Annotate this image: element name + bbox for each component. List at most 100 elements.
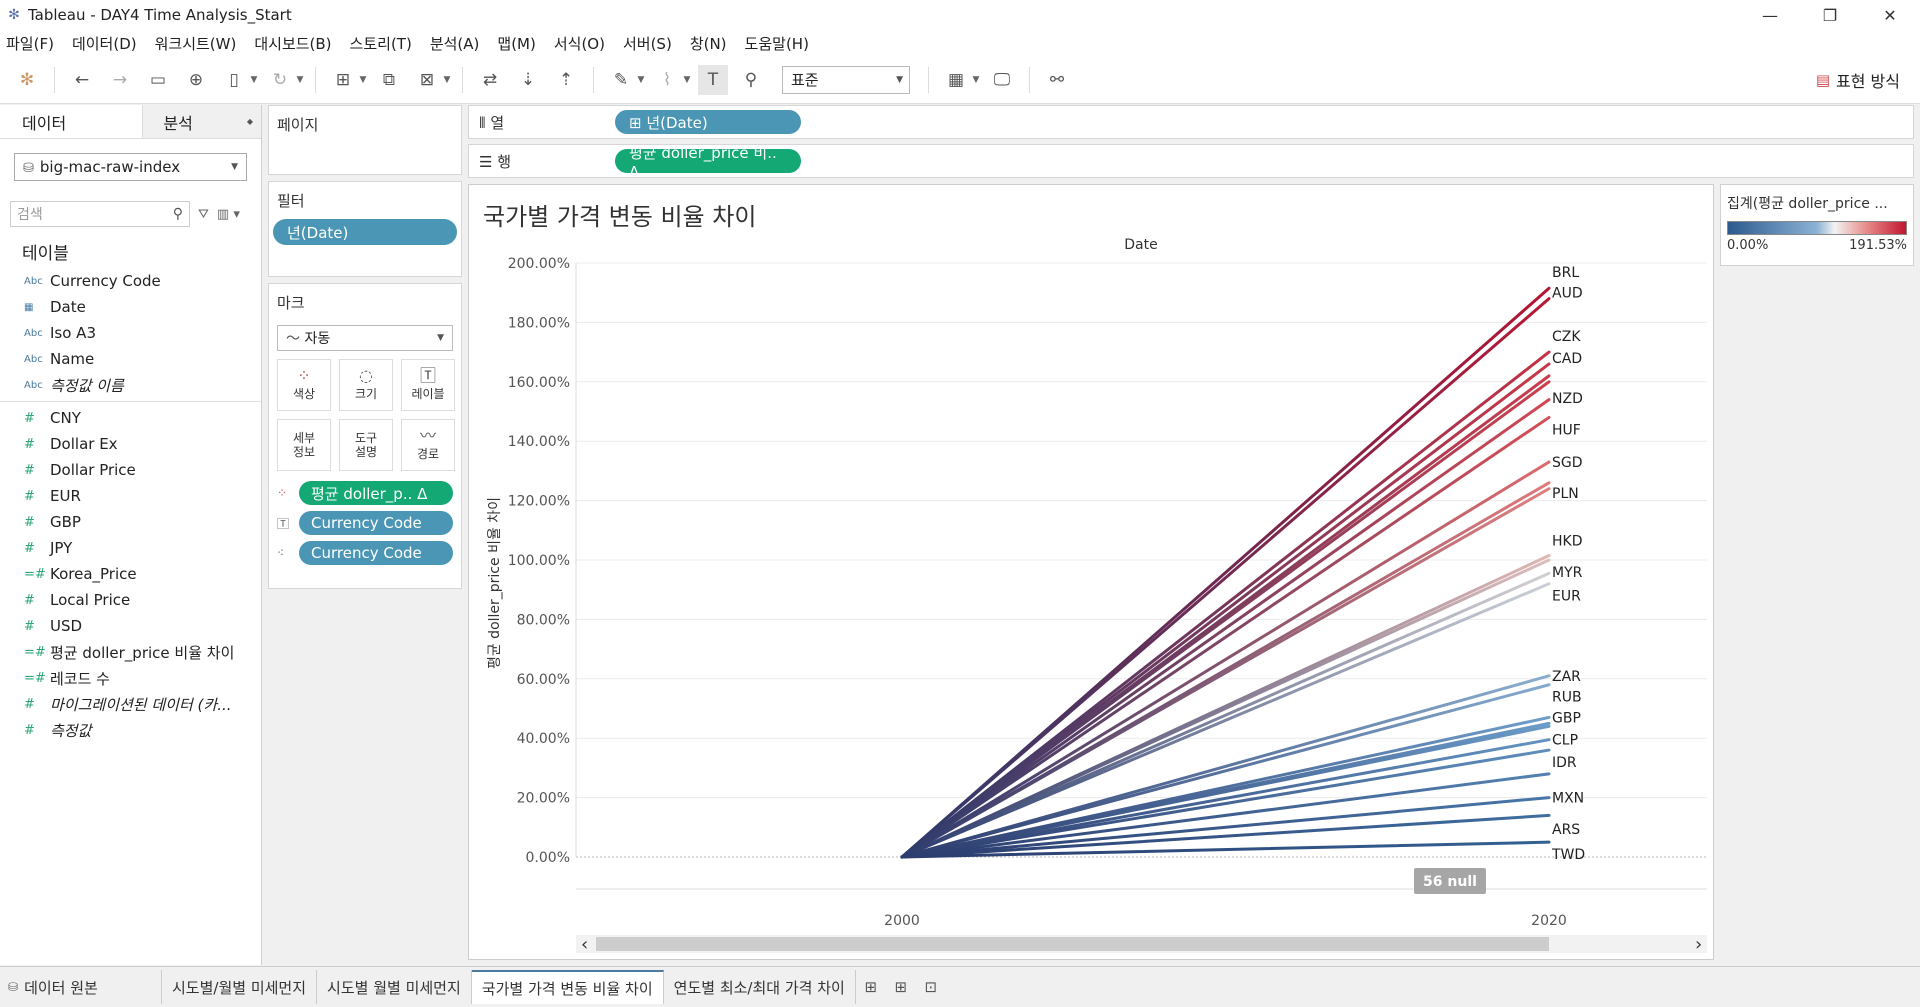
tab-datasource[interactable]: ⛁ 데이터 원본	[0, 970, 162, 1004]
field-search-input[interactable]: 검색 ⚲	[10, 201, 190, 227]
measure-field[interactable]: # GBP	[0, 509, 261, 535]
close-icon[interactable]: ✕	[1860, 0, 1920, 30]
new-dashboard-icon[interactable]: ⊞	[886, 970, 916, 1004]
menu-help[interactable]: 도움말(H)	[745, 33, 809, 54]
new-story-icon[interactable]: ⊡	[916, 970, 946, 1004]
new-worksheet-icon[interactable]: ⊞	[328, 65, 358, 95]
series-line-pln[interactable]	[900, 487, 1551, 859]
dimension-field[interactable]: ▦ Date	[0, 294, 261, 320]
sort-descending-icon[interactable]: ⇡	[551, 65, 581, 95]
show-labels-icon[interactable]: T	[698, 64, 728, 95]
measure-field[interactable]: =# 평균 doller_price 비율 차이	[0, 639, 261, 665]
series-line-aud[interactable]	[900, 297, 1551, 859]
measure-field[interactable]: # EUR	[0, 483, 261, 509]
rows-pill-avg-price-diff[interactable]: 평균 doller_price 비.. Δ	[615, 144, 801, 181]
view-options-icon[interactable]: ▥ ▾	[217, 207, 240, 222]
undo-icon[interactable]: ←	[67, 65, 97, 95]
mark-type-select[interactable]: 〜 자동 ▼	[277, 325, 453, 351]
presentation-mode-icon[interactable]: 🖵	[987, 65, 1017, 95]
datasource-name: big-mac-raw-index	[39, 158, 181, 176]
scroll-right-icon: ›	[1695, 934, 1702, 955]
tab-sheet-2[interactable]: 시도별 월별 미세먼지	[317, 970, 472, 1004]
minimize-icon[interactable]: —	[1740, 0, 1800, 30]
tab-sheet-4[interactable]: 연도별 최소/최대 가격 차이	[664, 970, 856, 1004]
database-icon: ⛁	[23, 161, 34, 176]
dimension-field[interactable]: Abc Name	[0, 346, 261, 372]
chevron-down-icon[interactable]: ▼	[442, 65, 452, 95]
pause-updates-icon[interactable]: ▯	[219, 65, 249, 95]
refresh-icon[interactable]: ↻	[265, 65, 295, 95]
measure-field[interactable]: # USD	[0, 613, 261, 639]
menu-dashboard[interactable]: 대시보드(B)	[254, 33, 331, 54]
group-icon[interactable]: ⌇	[652, 65, 682, 95]
show-me-button[interactable]: ▤ 표현 방식	[1816, 68, 1900, 92]
line-chart[interactable]: Date 평균 doller_price 비율 차이 0.00% 20.00% 40.0…	[469, 185, 1713, 959]
chevron-down-icon[interactable]: ▼	[249, 65, 259, 95]
fit-select[interactable]: 표준 ▼	[782, 65, 910, 94]
new-worksheet-icon[interactable]: ⊞	[856, 970, 886, 1004]
highlight-icon[interactable]: ✎	[606, 65, 636, 95]
menu-analysis[interactable]: 분석(A)	[430, 33, 480, 54]
menu-window[interactable]: 창(N)	[690, 33, 727, 54]
share-icon[interactable]: ⚯	[1042, 65, 1072, 95]
dimension-field[interactable]: Abc 측정값 이름	[0, 372, 261, 398]
dimension-field[interactable]: Abc Currency Code	[0, 268, 261, 294]
measure-field[interactable]: =# 레코드 수	[0, 665, 261, 691]
tooltip-button[interactable]: 도구 설명	[339, 419, 393, 471]
measure-field[interactable]: # Dollar Price	[0, 457, 261, 483]
menu-worksheet[interactable]: 워크시트(W)	[155, 33, 237, 54]
tab-analytics[interactable]: 분석 ◆	[142, 105, 261, 138]
label-button[interactable]: 🅃 레이블	[401, 359, 455, 411]
show-cards-icon[interactable]: ▦	[941, 65, 971, 95]
menu-map[interactable]: 맵(M)	[497, 33, 535, 54]
menu-story[interactable]: 스토리(T)	[350, 33, 412, 54]
chevron-down-icon[interactable]: ▼	[971, 65, 981, 95]
save-icon[interactable]: ▭	[143, 65, 173, 95]
swap-icon[interactable]: ⇄	[475, 65, 505, 95]
sort-ascending-icon[interactable]: ⇣	[513, 65, 543, 95]
menu-file[interactable]: 파일(F)	[6, 33, 54, 54]
series-label: TWD	[1551, 847, 1585, 863]
marks-color-pill[interactable]: 평균 doller_p.. Δ	[299, 481, 453, 505]
filter-pill-year-date[interactable]: 년(Date)	[273, 219, 457, 245]
marks-detail-pill[interactable]: Currency Code	[299, 541, 453, 565]
chevron-down-icon[interactable]: ▼	[636, 65, 646, 95]
measure-field[interactable]: # 측정값	[0, 717, 261, 743]
size-button[interactable]: ◌ 크기	[339, 359, 393, 411]
measure-field[interactable]: # 마이그레이션된 데이터 (카...	[0, 691, 261, 717]
toolbar-separator	[54, 66, 55, 93]
datasource-select[interactable]: ⛁ big-mac-raw-index ▼	[14, 153, 247, 181]
chevron-down-icon[interactable]: ▼	[682, 65, 692, 95]
menu-server[interactable]: 서버(S)	[623, 33, 672, 54]
measure-field[interactable]: # JPY	[0, 535, 261, 561]
duplicate-icon[interactable]: ⧉	[374, 65, 404, 95]
columns-shelf-label: ⦀ 열	[469, 112, 615, 133]
menu-data[interactable]: 데이터(D)	[72, 33, 137, 54]
marks-label-pill[interactable]: Currency Code	[299, 511, 453, 535]
dimension-field[interactable]: Abc Iso A3	[0, 320, 261, 346]
chevron-down-icon[interactable]: ▼	[295, 65, 305, 95]
redo-icon[interactable]: →	[105, 65, 135, 95]
scrollbar-thumb[interactable]	[596, 937, 1549, 951]
columns-pill-year-date[interactable]: ⊞ 년(Date)	[615, 110, 801, 134]
measure-field[interactable]: # Local Price	[0, 587, 261, 613]
measure-field[interactable]: # Dollar Ex	[0, 431, 261, 457]
measure-field[interactable]: =# Korea_Price	[0, 561, 261, 587]
tab-data[interactable]: 데이터	[0, 105, 142, 138]
path-button[interactable]: 〰 경로	[401, 419, 455, 471]
chevron-down-icon[interactable]: ▼	[358, 65, 368, 95]
measure-field[interactable]: # CNY	[0, 405, 261, 431]
tab-sheet-3[interactable]: 국가별 가격 변동 비율 차이	[471, 970, 664, 1004]
detail-button[interactable]: 세부 정보	[277, 419, 331, 471]
filter-icon[interactable]: ⛛	[198, 207, 209, 222]
tableau-home-icon[interactable]: ✻	[12, 65, 42, 95]
restore-icon[interactable]: ❐	[1800, 0, 1860, 30]
clear-sheet-icon[interactable]: ⊠	[412, 65, 442, 95]
new-datasource-icon[interactable]: ⊕	[181, 65, 211, 95]
fix-axes-icon[interactable]: ⚲	[736, 65, 766, 95]
pages-card[interactable]: 페이지	[268, 105, 462, 175]
tab-sheet-1[interactable]: 시도별/월별 미세먼지	[162, 970, 318, 1004]
color-button[interactable]: ⁘ 색상	[277, 359, 331, 411]
menu-format[interactable]: 서식(O)	[554, 33, 605, 54]
null-badge-label: 56 null	[1423, 874, 1477, 890]
